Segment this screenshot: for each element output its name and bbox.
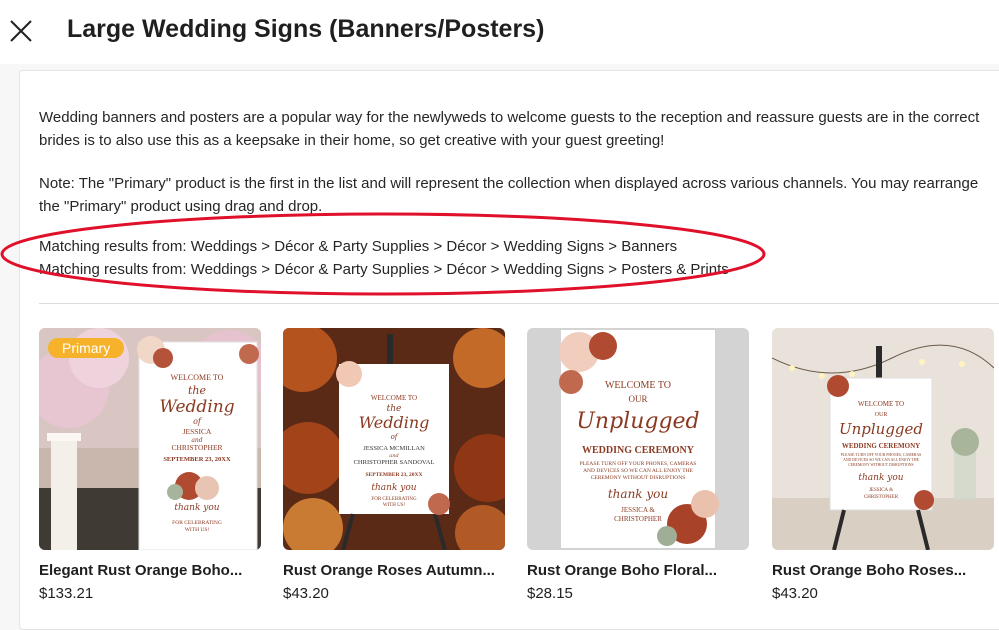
sign-name2: CHRISTOPHER (171, 443, 222, 452)
sign-name1: JESSICA MCMILLAN (363, 445, 425, 452)
sign-ceremony-text: WEDDING CEREMONY (842, 442, 920, 450)
sign-date: SEPTEMBER 23, 20XX (163, 456, 231, 463)
sign-thanks: thank you (608, 487, 668, 501)
sign-footer2: WITH US! (185, 527, 210, 533)
product-price: $43.20 (283, 585, 329, 602)
sign-line2: AND DEVICES SO WE CAN ALL ENJOY THE (583, 468, 693, 474)
product-card[interactable]: WELCOME TO the Wedding of JESSICA and CH… (39, 328, 261, 602)
sign-line3: CEREMONY WITHOUT DISRUPTIONS (591, 475, 686, 481)
product-card[interactable]: WELCOME TO the Wedding of JESSICA MCMILL… (283, 328, 505, 602)
sign-name2: CHRISTOPHER (864, 495, 899, 500)
product-price: $133.21 (39, 585, 94, 602)
sign-name1: JESSICA & (869, 488, 893, 493)
product-image[interactable]: WELCOME TO the Wedding of JESSICA MCMILL… (283, 328, 505, 550)
divider (39, 303, 999, 304)
sign-name1: JESSICA & (621, 506, 655, 514)
sign-thanks: thank you (858, 473, 903, 483)
close-icon (10, 20, 32, 42)
description-line-2: brides is to also use this as a keepsake… (39, 132, 665, 149)
sign-unplugged-text: Unplugged (839, 420, 923, 438)
product-name[interactable]: Rust Orange Boho Floral... (527, 562, 717, 579)
sign-welcome-text: WELCOME TO (605, 380, 671, 391)
sign-thanks: thank you (371, 483, 416, 493)
sign-line2: AND DEVICES SO WE CAN ALL ENJOY THE (843, 458, 920, 462)
sign-line3: CEREMONY WITHOUT DISRUPTIONS (848, 463, 913, 467)
sign-our-text: OUR (628, 394, 647, 404)
sign-the-text: the (188, 384, 207, 397)
product-card[interactable]: WELCOME TO OUR Unplugged WEDDING CEREMON… (527, 328, 749, 602)
sign-thanks: thank you (174, 503, 219, 513)
sign-footer1: FOR CELEBRATING (172, 520, 222, 526)
sign-unplugged-text: Unplugged (576, 409, 699, 434)
product-image[interactable]: WELCOME TO the Wedding of JESSICA and CH… (39, 328, 261, 550)
sign-welcome-text: WELCOME TO (371, 394, 417, 402)
sign-date: SEPTEMBER 23, 20XX (366, 472, 423, 478)
product-name[interactable]: Rust Orange Boho Roses... (772, 562, 966, 579)
header-bar: Large Wedding Signs (Banners/Posters) (0, 0, 999, 64)
primary-badge: Primary (48, 338, 125, 358)
product-image[interactable]: WELCOME TO OUR Unplugged WEDDING CEREMON… (772, 328, 994, 550)
sign-name1: JESSICA (183, 427, 212, 436)
sign-footer2: WITH US! (383, 503, 406, 508)
page-title: Large Wedding Signs (Banners/Posters) (67, 15, 545, 43)
sign-welcome-text: WELCOME TO (858, 400, 904, 408)
sign-ceremony-text: WEDDING CEREMONY (582, 445, 695, 456)
sign-our-text: OUR (875, 412, 888, 418)
product-name[interactable]: Elegant Rust Orange Boho... (39, 562, 242, 579)
product-price: $43.20 (772, 585, 818, 602)
sign-wedding-text: Wedding (359, 413, 430, 432)
sign-line1: PLEASE TURN OFF YOUR PHONES, CAMERAS (580, 461, 697, 467)
highlight-ellipse (0, 212, 766, 296)
description-line-1: Wedding banners and posters are a popula… (39, 109, 980, 126)
product-card[interactable]: WELCOME TO OUR Unplugged WEDDING CEREMON… (772, 328, 994, 602)
note-line-1: Note: The "Primary" product is the first… (39, 175, 979, 192)
sign-wedding-text: Wedding (159, 397, 234, 417)
sign-welcome-text: WELCOME TO (171, 373, 224, 382)
close-button[interactable] (4, 14, 38, 48)
product-name[interactable]: Rust Orange Roses Autumn... (283, 562, 495, 579)
sign-name2: CHRISTOPHER (614, 515, 662, 523)
product-price: $28.15 (527, 585, 573, 602)
sign-footer1: FOR CELEBRATING (371, 497, 417, 502)
sign-name2: CHRISTOPHER SANDOVAL (354, 459, 435, 466)
product-image[interactable]: WELCOME TO OUR Unplugged WEDDING CEREMON… (527, 328, 749, 550)
